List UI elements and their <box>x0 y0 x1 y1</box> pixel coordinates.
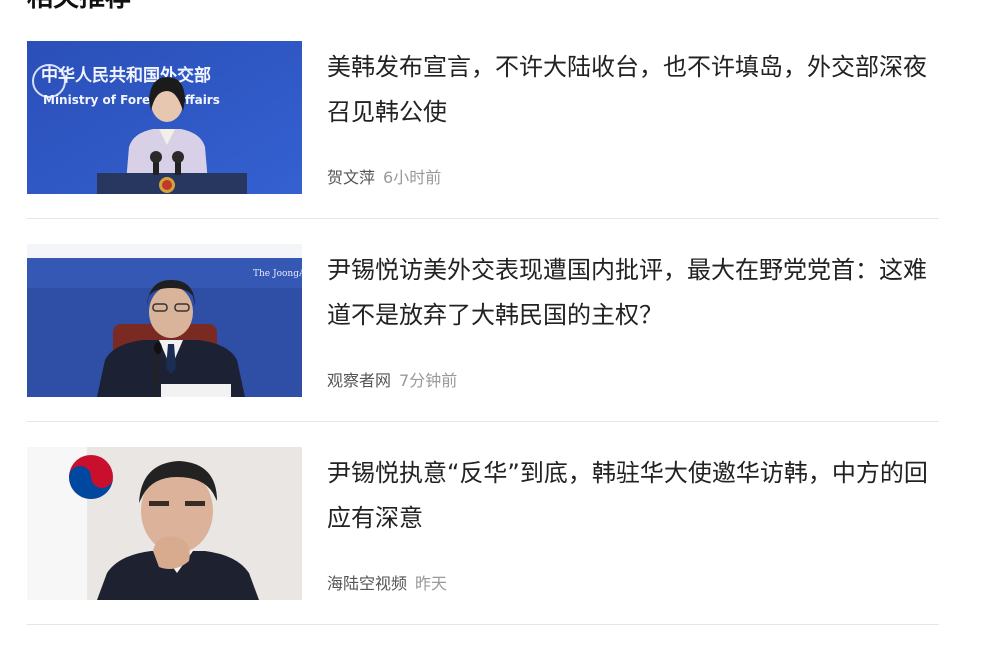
news-source[interactable]: 观察者网 <box>327 371 391 390</box>
news-meta: 海陆空视频 昨天 <box>327 573 447 595</box>
news-time: 7分钟前 <box>399 371 458 390</box>
press-conference-image: 中华人民共和国外交部 Ministry of Foreign Affairs <box>27 41 302 194</box>
news-item[interactable]: The JoongAng 尹锡悦访美外交表现遭国内批评，最大在野党党首：这难道不… <box>27 244 939 422</box>
image-watermark: The JoongAng <box>253 269 302 279</box>
news-thumbnail[interactable]: The JoongAng <box>27 244 302 397</box>
news-headline[interactable]: 尹锡悦执意“反华”到底，韩驻华大使邀华访韩，中方的回应有深意 <box>327 451 937 541</box>
news-list: 中华人民共和国外交部 Ministry of Foreign Affairs 美… <box>27 41 939 650</box>
news-thumbnail[interactable]: 中华人民共和国外交部 Ministry of Foreign Affairs <box>27 41 302 194</box>
section-title: 相关推荐 <box>27 0 131 14</box>
news-headline[interactable]: 美韩发布宣言，不许大陆收台，也不许填岛，外交部深夜召见韩公使 <box>327 45 937 135</box>
news-thumbnail[interactable] <box>27 447 302 600</box>
speaker-at-podium-image: The JoongAng <box>27 244 302 397</box>
image-caption-cn: 中华人民共和国外交部 <box>41 65 211 86</box>
news-time: 昨天 <box>415 574 448 593</box>
portrait-image <box>27 447 302 600</box>
news-meta: 贺文萍 6小时前 <box>327 167 441 189</box>
news-source[interactable]: 贺文萍 <box>327 168 375 187</box>
news-item[interactable]: 尹锡悦执意“反华”到底，韩驻华大使邀华访韩，中方的回应有深意 海陆空视频 昨天 <box>27 447 939 625</box>
image-caption-en: Ministry of Foreign Affairs <box>43 93 220 107</box>
news-source[interactable]: 海陆空视频 <box>327 574 407 593</box>
news-item[interactable]: 中华人民共和国外交部 Ministry of Foreign Affairs 美… <box>27 41 939 219</box>
news-time: 6小时前 <box>383 168 442 187</box>
news-headline[interactable]: 尹锡悦访美外交表现遭国内批评，最大在野党党首：这难道不是放弃了大韩民国的主权？ <box>327 248 937 338</box>
news-meta: 观察者网 7分钟前 <box>327 370 457 392</box>
